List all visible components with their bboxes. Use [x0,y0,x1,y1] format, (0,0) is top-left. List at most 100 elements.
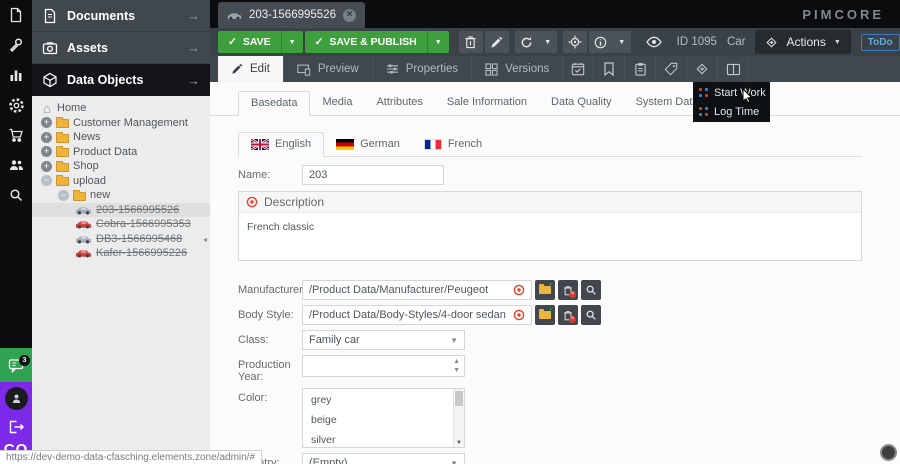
manufacturer-input[interactable]: /Product Data/Manufacturer/Peugeot [302,280,532,300]
description-editor[interactable]: French classic [239,213,861,260]
tree-item-object-cobra[interactable]: Cobra-1566995353 [32,217,210,232]
color-option-silver[interactable]: silver [303,429,464,448]
bookmark-button[interactable] [594,56,625,82]
actions-button[interactable]: Actions ▼ [755,30,850,54]
search-icon[interactable] [0,180,32,210]
object-toolbar: ✓SAVE ▼ ✓SAVE & PUBLISH ▼ ▼ [210,28,900,56]
tab-lang-french[interactable]: French [412,132,494,157]
menu-item-start-work[interactable]: Start Work [693,83,770,102]
accordion-documents[interactable]: Documents → [32,0,210,32]
spinner-arrows[interactable]: ▲ ▼ [453,358,460,375]
tab-preview[interactable]: Preview [284,56,373,82]
tree-item-news[interactable]: + News [32,130,210,145]
reload-dropdown[interactable]: ▼ [539,31,557,53]
tab-versions[interactable]: Versions [472,56,563,82]
color-option-grey[interactable]: grey [303,389,464,409]
menu-item-log-time[interactable]: Log Time [693,102,770,121]
editor-tab-203[interactable]: 203-1566995526 × [218,2,365,28]
info-button[interactable] [589,31,613,53]
data-objects-tree: ⌂ Home + Customer Management + News + Pr… [32,96,210,261]
tab-edit[interactable]: Edit [218,56,284,82]
workflow-button[interactable] [687,56,718,82]
announcements-button[interactable]: 3 [0,348,32,382]
save-publish-button[interactable]: ✓SAVE & PUBLISH ▼ [305,31,449,53]
tree-item-home[interactable]: ⌂ Home [32,101,210,116]
reports-icon[interactable] [0,60,32,90]
name-input[interactable]: 203 [302,165,444,185]
tree-item-label: Home [57,102,86,114]
tree-item-customer-management[interactable]: + Customer Management [32,116,210,131]
class-select[interactable]: Family car ▼ [302,330,465,350]
remove-relation-button[interactable]: × [558,305,578,325]
tab-basedata[interactable]: Basedata [238,91,310,116]
tree-item-object-kafer[interactable]: Kafer-1566995226 [32,246,210,261]
search-relation-button[interactable] [581,305,601,325]
tab-properties[interactable]: Properties [373,56,472,82]
rename-button[interactable] [485,31,509,53]
tools-icon[interactable] [0,30,32,60]
tag-button[interactable] [656,56,687,82]
folder-icon [56,134,69,143]
car-grey-icon [75,234,92,244]
info-dropdown[interactable]: ▼ [613,31,631,53]
expand-icon[interactable]: + [41,146,52,157]
close-icon[interactable]: × [343,9,356,22]
users-icon[interactable] [0,150,32,180]
tree-item-upload[interactable]: − upload [32,174,210,189]
open-relation-button[interactable]: ↑ [535,305,555,325]
tab-media[interactable]: Media [310,91,364,116]
panel-collapse-handle[interactable]: ◂ [203,228,210,250]
trash-icon [464,35,477,49]
logout-icon[interactable] [8,419,25,435]
settings-gear-icon[interactable] [0,90,32,120]
listbox-scrollbar[interactable]: ▼ [453,389,464,447]
tab-lang-english[interactable]: English [238,132,324,157]
delete-button[interactable] [459,31,483,53]
save-dropdown[interactable]: ▼ [281,31,303,53]
collapse-icon[interactable]: − [58,190,69,201]
tree-item-shop[interactable]: + Shop [32,159,210,174]
user-avatar[interactable] [5,387,28,410]
remove-relation-button[interactable]: × [558,280,578,300]
color-multiselect[interactable]: grey beige silver ▼ [302,388,465,448]
reload-button[interactable] [515,31,539,53]
tree-item-object-203[interactable]: 203-1566995526 [32,203,210,218]
tab-attributes[interactable]: Attributes [364,91,434,116]
profiler-toggle-icon[interactable] [880,444,897,461]
notes-events-button[interactable] [625,56,656,82]
production-year-input[interactable]: ▲ ▼ [302,355,465,377]
collapse-icon[interactable]: − [41,175,52,186]
compare-button[interactable] [718,56,749,82]
search-icon [585,284,597,296]
tab-data-quality[interactable]: Data Quality [539,91,624,116]
tree-item-product-data[interactable]: + Product Data [32,145,210,160]
open-relation-button[interactable]: ↑ [535,280,555,300]
expand-icon[interactable]: + [41,161,52,172]
tree-item-new[interactable]: − new [32,188,210,203]
tab-properties-label: Properties [406,63,458,75]
preview-eye-button[interactable] [641,36,667,48]
save-button[interactable]: ✓SAVE ▼ [218,31,303,53]
tree-item-object-db3[interactable]: DB3-1566995468 [32,232,210,247]
expand-icon[interactable]: + [41,132,52,143]
country-select[interactable]: (Empty) ▼ [302,453,465,464]
menu-item-label: Log Time [714,106,759,118]
locate-in-tree-button[interactable] [563,31,587,53]
accordion-data-objects[interactable]: Data Objects → [32,64,210,96]
body-style-input[interactable]: /Product Data/Body-Styles/4-door sedan [302,305,532,325]
up-arrow-icon: ↑ [549,281,554,290]
car-grey-icon [75,205,92,215]
scroll-down-icon[interactable]: ▼ [454,440,464,446]
tab-lang-german[interactable]: German [324,132,412,157]
scrollbar-thumb[interactable] [455,391,463,406]
tab-sale-information[interactable]: Sale Information [435,91,539,116]
save-publish-dropdown[interactable]: ▼ [427,31,449,53]
accordion-assets[interactable]: Assets → [32,32,210,64]
chevron-down-icon: ▼ [289,39,296,46]
expand-icon[interactable]: + [41,117,52,128]
search-relation-button[interactable] [581,280,601,300]
color-option-beige[interactable]: beige [303,409,464,429]
cart-icon[interactable] [0,120,32,150]
file-icon[interactable] [0,0,32,30]
schedule-button[interactable] [563,56,594,82]
